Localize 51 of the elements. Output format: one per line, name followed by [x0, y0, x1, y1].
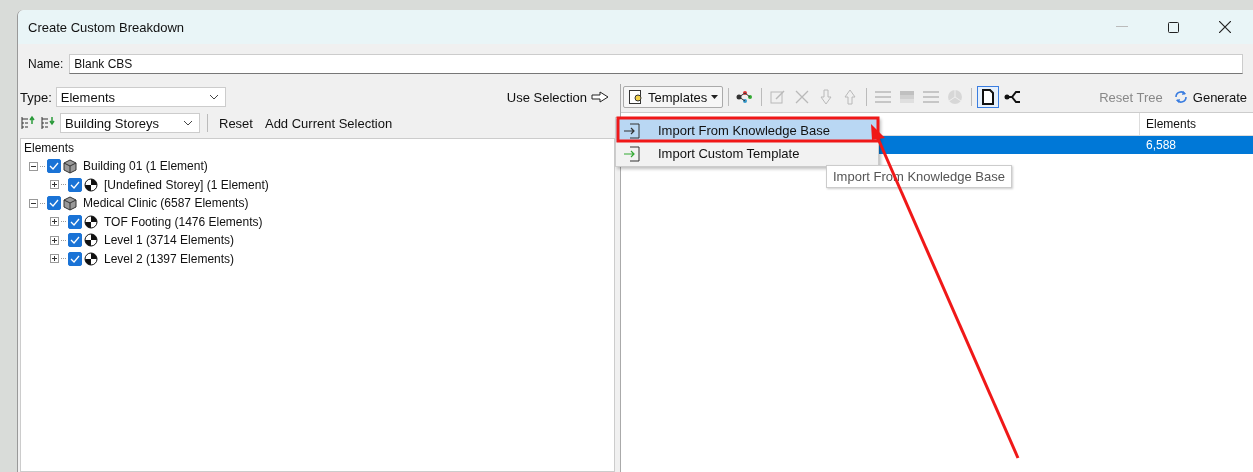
- reset-button[interactable]: Reset: [215, 112, 257, 134]
- expand-icon[interactable]: [50, 254, 59, 264]
- checkbox[interactable]: [68, 214, 82, 229]
- tree-header: Elements: [24, 141, 76, 157]
- expand-icon[interactable]: [50, 180, 59, 190]
- add-current-selection-button[interactable]: Add Current Selection: [260, 112, 397, 134]
- tree-item[interactable]: Medical Clinic (6587 Elements): [83, 196, 249, 211]
- storey-icon: [84, 251, 98, 266]
- window-title: Create Custom Breakdown: [28, 19, 186, 35]
- template-icon: [628, 89, 644, 105]
- type-label: Type:: [20, 89, 52, 105]
- checkbox[interactable]: [68, 233, 82, 248]
- import-icon: [622, 144, 642, 163]
- caret-icon: [711, 95, 719, 99]
- name-field[interactable]: Blank CBS: [69, 54, 1243, 74]
- import-icon: [622, 121, 642, 140]
- tree-item[interactable]: Level 2 (1397 Elements): [104, 251, 235, 266]
- checkbox[interactable]: [68, 177, 82, 192]
- chevron-icon: [183, 120, 193, 126]
- column-header[interactable]: Elements: [1140, 113, 1197, 135]
- expand-tree-icon[interactable]: [40, 115, 56, 131]
- arrow-icon: [591, 91, 609, 103]
- close-icon[interactable]: [1219, 21, 1231, 33]
- chevron-icon: [208, 94, 219, 100]
- table-cell-text: 6,588: [1145, 138, 1177, 152]
- tree-item[interactable]: Level 1 (3714 Elements): [104, 233, 235, 248]
- generate-button[interactable]: Generate: [1168, 86, 1253, 108]
- storey-icon: [84, 177, 98, 192]
- collapse-icon[interactable]: [29, 198, 38, 208]
- checkbox[interactable]: [47, 159, 61, 174]
- tree-item[interactable]: TOF Footing (1476 Elements): [104, 214, 263, 229]
- tree-item[interactable]: [Undefined Storey] (1 Element): [104, 177, 269, 192]
- storey-icon: [84, 214, 98, 229]
- checkbox[interactable]: [68, 251, 82, 266]
- tree-item[interactable]: Building 01 (1 Element): [83, 159, 208, 174]
- cube-icon: [63, 195, 77, 211]
- name-label: Name:: [28, 57, 64, 71]
- maximize-icon[interactable]: [1168, 21, 1179, 33]
- use-selection-button[interactable]: Use Selection: [502, 86, 615, 108]
- templates-button[interactable]: Templates: [623, 86, 724, 108]
- page-icon[interactable]: [977, 86, 1000, 108]
- refresh-icon: [1172, 89, 1189, 105]
- collapse-icon[interactable]: [29, 161, 38, 171]
- expand-icon[interactable]: [50, 235, 59, 245]
- storey-icon: [84, 233, 98, 248]
- type-dropdown[interactable]: Elements: [55, 87, 226, 107]
- cube-icon: [63, 158, 77, 174]
- expand-icon[interactable]: [50, 217, 59, 227]
- checkbox[interactable]: [47, 196, 61, 211]
- grouping-dropdown[interactable]: Building Storeys: [60, 113, 200, 133]
- collapse-tree-icon[interactable]: [20, 115, 36, 131]
